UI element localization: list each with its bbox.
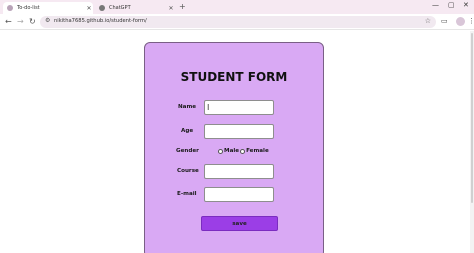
- site-info-icon[interactable]: ⚙: [45, 17, 50, 24]
- email-label: E-mail: [177, 191, 197, 197]
- tab-title: ChatGPT: [109, 5, 131, 11]
- age-label: Age: [181, 128, 194, 134]
- name-input[interactable]: I: [204, 100, 274, 115]
- form-title: STUDENT FORM: [180, 70, 288, 84]
- maximize-icon[interactable]: ▢: [448, 1, 455, 9]
- bookmark-star-icon[interactable]: ☆: [425, 17, 431, 25]
- gender-label: Gender: [176, 148, 199, 154]
- close-tab-icon[interactable]: ✕: [85, 5, 93, 12]
- female-radio[interactable]: [240, 148, 246, 154]
- name-label: Name: [178, 104, 197, 110]
- course-input[interactable]: [204, 164, 274, 179]
- scrollbar-thumb[interactable]: [471, 33, 473, 203]
- close-window-icon[interactable]: ✕: [463, 1, 469, 9]
- save-button[interactable]: save: [201, 216, 278, 231]
- profile-avatar[interactable]: [456, 17, 465, 26]
- email-input[interactable]: [204, 187, 274, 202]
- tab-strip: To-do-list ✕ ChatGPT ✕ + — ▢ ✕: [0, 0, 474, 14]
- browser-toolbar: ← → ↻ ⚙ nikitha7685.github.io/student-fo…: [0, 14, 474, 30]
- close-tab-icon[interactable]: ✕: [167, 5, 175, 12]
- plus-icon[interactable]: +: [179, 2, 186, 11]
- minimize-icon[interactable]: —: [432, 1, 439, 9]
- tab-chatgpt[interactable]: ChatGPT ✕: [95, 2, 175, 14]
- student-form-card: STUDENT FORM Name I Age Gender Male Fema…: [144, 42, 324, 253]
- scrollbar[interactable]: [470, 31, 474, 253]
- female-label: Female: [246, 148, 269, 154]
- menu-dots-icon[interactable]: ⋮: [468, 17, 474, 25]
- age-input[interactable]: [204, 124, 274, 139]
- url-text: nikitha7685.github.io/student-form/: [54, 18, 147, 24]
- address-bar[interactable]: ⚙ nikitha7685.github.io/student-form/ ☆: [40, 16, 436, 28]
- male-radio[interactable]: [218, 148, 223, 154]
- chatgpt-favicon-icon: [99, 5, 105, 11]
- tab-to-do-list[interactable]: To-do-list ✕: [3, 2, 93, 14]
- reload-icon[interactable]: ↻: [29, 17, 36, 26]
- extensions-icon[interactable]: ▭: [441, 17, 448, 25]
- back-arrow-icon[interactable]: ←: [5, 17, 12, 26]
- page-favicon-icon: [7, 5, 13, 11]
- forward-arrow-icon[interactable]: →: [17, 17, 24, 26]
- course-label: Course: [177, 168, 199, 174]
- text-cursor-icon: I: [207, 103, 210, 112]
- gender-options: Male Female: [218, 148, 269, 154]
- male-label: Male: [224, 148, 240, 154]
- tab-title: To-do-list: [17, 5, 40, 11]
